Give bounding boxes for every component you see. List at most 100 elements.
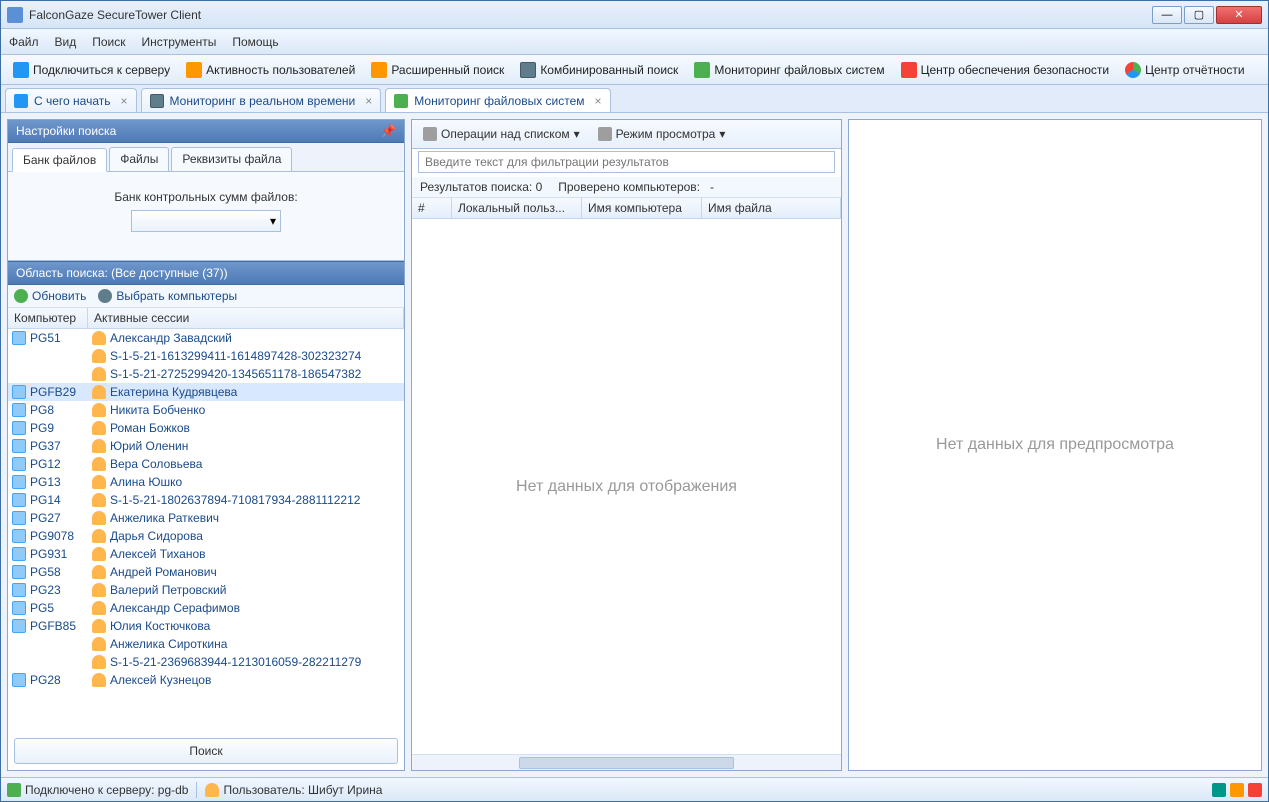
computer-icon [12,619,26,633]
preview-panel: Нет данных для предпросмотра [848,119,1262,771]
grid-row[interactable]: S-1-5-21-2725299420-1345651178-186547382 [8,365,404,383]
toolbar-Подключиться к серверу[interactable]: Подключиться к серверу [7,60,176,80]
grid-header: Компьютер Активные сессии [8,308,404,329]
user-icon [92,439,106,453]
toolbar-Центр обеспечения безопасности[interactable]: Центр обеспечения безопасности [895,60,1116,80]
computer-icon [12,529,26,543]
grid-row[interactable]: S-1-5-21-2369683944-1213016059-282211279 [8,653,404,671]
filter-input[interactable] [418,151,835,173]
tab-Мониторинг файловых систем[interactable]: Мониторинг файловых систем× [385,88,610,112]
user-icon [92,493,106,507]
grid-row[interactable]: PG27Анжелика Раткевич [8,509,404,527]
computer-icon [12,673,26,687]
chevron-down-icon: ▾ [574,127,580,141]
grid-row[interactable]: PGFB85Юлия Костючкова [8,617,404,635]
computer-icon [12,457,26,471]
col-sessions[interactable]: Активные сессии [88,308,404,328]
checked-stat: Проверено компьютеров: - [558,180,714,194]
tab-Мониторинг в реальном времени[interactable]: Мониторинг в реальном времени× [141,88,382,112]
grid-row[interactable]: PG13Алина Юшко [8,473,404,491]
grid-row[interactable]: Анжелика Сироткина [8,635,404,653]
toolbar-icon [520,62,536,78]
grid-row[interactable]: PG28Алексей Кузнецов [8,671,404,689]
status-icon-3[interactable] [1248,783,1262,797]
user-icon [92,475,106,489]
user-icon [92,637,106,651]
results-stat: Результатов поиска: 0 [420,180,542,194]
status-icon-1[interactable] [1212,783,1226,797]
col-num[interactable]: # [412,198,452,218]
app-icon [7,7,23,23]
tab-С чего начать[interactable]: С чего начать× [5,88,137,112]
grid-row[interactable]: PG5Александр Серафимов [8,599,404,617]
grid-row[interactable]: PG931Алексей Тиханов [8,545,404,563]
toolbar-icon [13,62,29,78]
computer-icon [12,439,26,453]
close-button[interactable]: ✕ [1216,6,1262,24]
col-localuser[interactable]: Локальный польз... [452,198,582,218]
menu-Поиск[interactable]: Поиск [92,35,125,49]
subtab-Банк файлов[interactable]: Банк файлов [12,148,107,172]
tab-close-icon[interactable]: × [595,94,602,108]
status-icon-2[interactable] [1230,783,1244,797]
window-title: FalconGaze SecureTower Client [29,8,1152,22]
menu-Помощь[interactable]: Помощь [232,35,278,49]
toolbar-Комбинированный поиск[interactable]: Комбинированный поиск [514,60,684,80]
toolbar-Расширенный поиск[interactable]: Расширенный поиск [365,60,510,80]
toolbar-icon [1125,62,1141,78]
toolbar-Центр отчётности[interactable]: Центр отчётности [1119,60,1251,80]
scroll-thumb[interactable] [519,757,734,769]
col-computername[interactable]: Имя компьютера [582,198,702,218]
no-results-message: Нет данных для отображения [412,219,841,754]
horizontal-scrollbar[interactable] [412,754,841,770]
grid-row[interactable]: PG23Валерий Петровский [8,581,404,599]
subtab-Файлы[interactable]: Файлы [109,147,169,171]
col-computer[interactable]: Компьютер [8,308,88,328]
grid-row[interactable]: PG12Вера Соловьева [8,455,404,473]
maximize-button[interactable]: ▢ [1184,6,1214,24]
tabstrip: С чего начать×Мониторинг в реальном врем… [1,85,1268,113]
user-status: Пользователь: Шибут Ирина [223,783,382,797]
minimize-button[interactable]: — [1152,6,1182,24]
menu-Инструменты[interactable]: Инструменты [142,35,217,49]
filter-box [418,151,835,173]
stats-row: Результатов поиска: 0 Проверено компьюте… [412,177,841,198]
col-filename[interactable]: Имя файла [702,198,841,218]
grid-row[interactable]: PGFB29Екатерина Кудрявцева [8,383,404,401]
search-button[interactable]: Поиск [14,738,398,764]
toolbar-Мониторинг файловых систем[interactable]: Мониторинг файловых систем [688,60,890,80]
grid-row[interactable]: PG8Никита Бобченко [8,401,404,419]
grid-row[interactable]: S-1-5-21-1613299411-1614897428-302323274 [8,347,404,365]
user-icon [92,349,106,363]
grid-row[interactable]: PG37Юрий Оленин [8,437,404,455]
user-icon [92,403,106,417]
grid-row[interactable]: PG51Александр Завадский [8,329,404,347]
subtab-Реквизиты файла[interactable]: Реквизиты файла [171,147,292,171]
computer-icon [12,583,26,597]
scope-header: Область поиска: (Все доступные (37)) [8,261,404,285]
tab-close-icon[interactable]: × [365,94,372,108]
tab-icon [150,94,164,108]
menu-Вид[interactable]: Вид [55,35,77,49]
user-icon [92,601,106,615]
refresh-button[interactable]: Обновить [14,289,86,303]
view-mode-dropdown[interactable]: Режим просмотра ▾ [593,124,731,144]
list-operations-dropdown[interactable]: Операции над списком ▾ [418,124,585,144]
toolbar-icon [371,62,387,78]
main-toolbar: Подключиться к серверуАктивность пользов… [1,55,1268,85]
tab-close-icon[interactable]: × [121,94,128,108]
tab-icon [394,94,408,108]
grid-row[interactable]: PG9078Дарья Сидорова [8,527,404,545]
file-bank-area: Банк контрольных сумм файлов: ▾ [8,172,404,261]
grid-row[interactable]: PG58Андрей Романович [8,563,404,581]
menu-Файл[interactable]: Файл [9,35,39,49]
toolbar-Активность пользователей[interactable]: Активность пользователей [180,60,361,80]
grid-row[interactable]: PG9Роман Божков [8,419,404,437]
bank-select[interactable]: ▾ [131,210,281,232]
grid-body[interactable]: PG51Александр ЗавадскийS-1-5-21-16132994… [8,329,404,732]
pin-icon[interactable]: 📌 [381,124,396,138]
toolbar-icon [694,62,710,78]
grid-row[interactable]: PG14S-1-5-21-1802637894-710817934-288111… [8,491,404,509]
scope-buttons: Обновить Выбрать компьютеры [8,285,404,308]
pick-computers-button[interactable]: Выбрать компьютеры [98,289,237,303]
